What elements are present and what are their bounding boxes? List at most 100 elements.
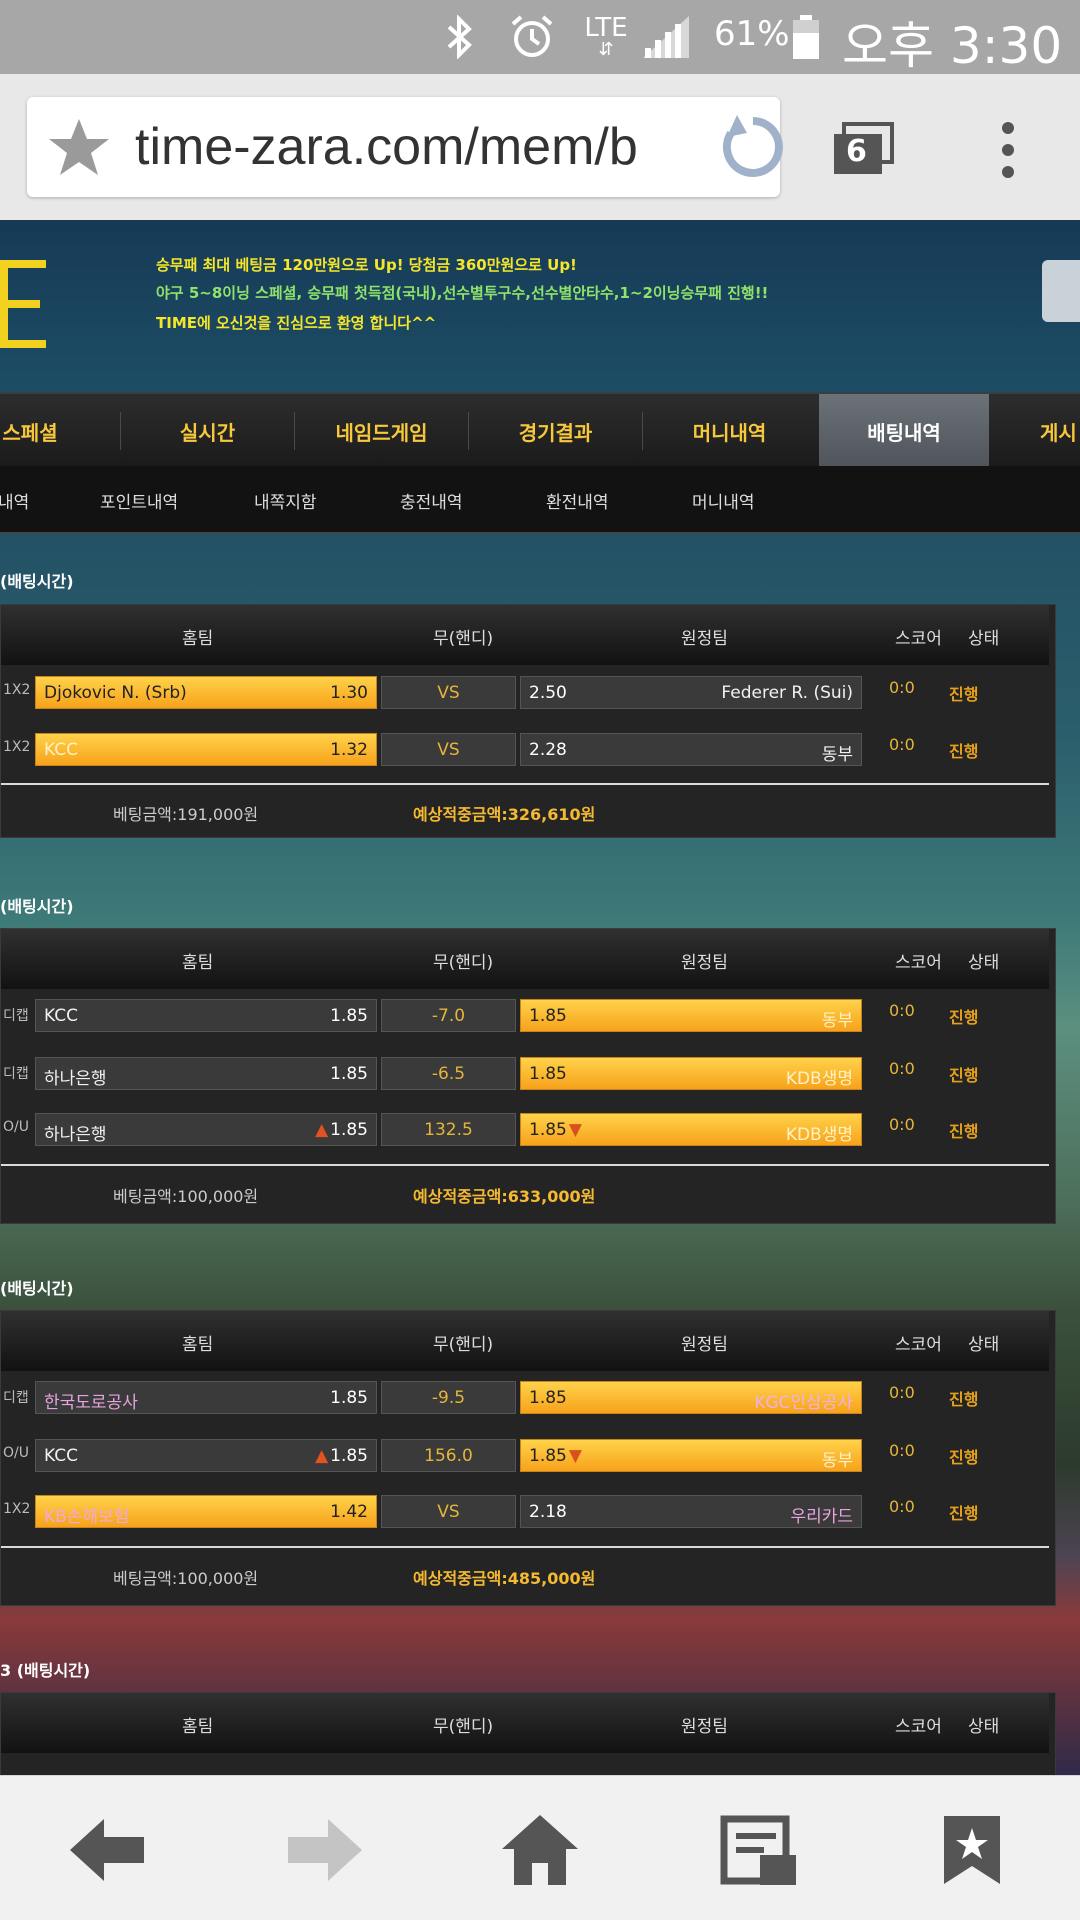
- header-home: 홈팀: [182, 953, 214, 973]
- draw-value: -7.0: [431, 1006, 466, 1026]
- subnav-money[interactable]: 머니내역: [692, 466, 755, 534]
- header-home: 홈팀: [182, 1717, 214, 1737]
- header-draw: 무(핸디): [433, 1335, 494, 1355]
- away-team-cell[interactable]: 1.85 동부: [520, 999, 862, 1032]
- home-team: KCC: [44, 740, 78, 760]
- home-team-cell[interactable]: 한국도로공사 1.85: [35, 1381, 377, 1414]
- battery-percent: 61%: [714, 14, 790, 54]
- header-away: 원정팀: [681, 629, 728, 649]
- away-team-cell[interactable]: 1.85 KDB생명: [520, 1057, 862, 1090]
- bet-type: 디캡: [3, 1390, 29, 1406]
- score: 0:0: [889, 1383, 915, 1402]
- nav-bet-history[interactable]: 배팅내역: [819, 394, 989, 468]
- tabs-button[interactable]: 6: [832, 122, 894, 178]
- nav-results[interactable]: 경기결과: [469, 394, 642, 468]
- draw-cell[interactable]: -6.5: [381, 1057, 516, 1090]
- home-odds: 1.32: [330, 740, 368, 760]
- tab-count: 6: [846, 134, 867, 169]
- home-team-cell[interactable]: KCC 1.85: [35, 999, 377, 1032]
- bet-time-title: 3 (배팅시간): [0, 1661, 91, 1680]
- header-status: 상태: [968, 629, 1000, 649]
- score: 0:0: [889, 1497, 915, 1516]
- draw-value: 132.5: [424, 1120, 473, 1140]
- away-team-cell[interactable]: 2.28 동부: [520, 733, 862, 766]
- home-team-cell[interactable]: KCC 1.32: [35, 733, 377, 766]
- away-team: KDB생명: [785, 1069, 853, 1089]
- header-score: 스코어: [895, 953, 942, 973]
- draw-value: VS: [437, 740, 460, 760]
- bookmark-star-icon[interactable]: [47, 115, 111, 179]
- nav-named-game[interactable]: 네임드게임: [295, 394, 468, 468]
- bet-amount: 베팅금액:100,000원: [113, 1569, 259, 1588]
- status-badge: 진행: [949, 1066, 979, 1085]
- arrow-up-icon: ▲: [315, 1446, 329, 1466]
- battery-icon: [790, 12, 822, 62]
- table-row: 디캡 KCC 1.85 -7.0 1.85 동부 0:0 진행: [1, 995, 1057, 1035]
- draw-cell[interactable]: VS: [381, 733, 516, 766]
- draw-cell[interactable]: VS: [381, 676, 516, 709]
- home-odds: 1.85: [330, 1064, 368, 1084]
- web-page: 승무패 최대 베팅금 120만원으로 Up! 당첨금 360만원으로 Up! 야…: [0, 220, 1080, 1775]
- subnav-messages[interactable]: 내쪽지함: [254, 466, 317, 534]
- menu-icon[interactable]: [996, 120, 1020, 180]
- nav-board[interactable]: 게시: [1040, 394, 1080, 468]
- away-team-cell[interactable]: 1.85 ▼ 동부: [520, 1439, 862, 1472]
- bookmarks-icon[interactable]: [932, 1812, 1012, 1888]
- bet-time-title: (배팅시간): [0, 572, 74, 591]
- home-icon[interactable]: [500, 1812, 580, 1888]
- home-team-cell[interactable]: Djokovic N. (Srb) 1.30: [35, 676, 377, 709]
- nav-money-history[interactable]: 머니내역: [643, 394, 816, 468]
- table-row: 디캡 한국도로공사 1.85 -9.5 1.85 KGC인삼공사 0:0 진행: [1, 1377, 1057, 1417]
- home-team: KCC: [44, 1006, 78, 1026]
- score: 0:0: [889, 1001, 915, 1020]
- home-team-cell[interactable]: 하나은행 1.85: [35, 1057, 377, 1090]
- site-logo-icon[interactable]: [0, 260, 48, 350]
- away-team: 동부: [821, 1011, 853, 1031]
- status-badge: 진행: [949, 742, 979, 761]
- table-row: O/U KCC ▲ 1.85 156.0 1.85 ▼ 동부 0:0 진행: [1, 1435, 1057, 1475]
- draw-cell[interactable]: -7.0: [381, 999, 516, 1032]
- draw-cell[interactable]: 132.5: [381, 1113, 516, 1146]
- draw-cell[interactable]: VS: [381, 1495, 516, 1528]
- table-row: 1X2 KB손해보험 1.42 VS 2.18 우리카드 0:0 진행: [1, 1491, 1057, 1531]
- away-team-cell[interactable]: 1.85 KGC인삼공사: [520, 1381, 862, 1414]
- header-status: 상태: [968, 1335, 1000, 1355]
- away-team: KGC인삼공사: [754, 1393, 853, 1413]
- home-team: 하나은행: [44, 1069, 107, 1089]
- draw-cell[interactable]: 156.0: [381, 1439, 516, 1472]
- back-arrow-icon[interactable]: [68, 1812, 148, 1888]
- bet-slip: 홈팀 무(핸디) 원정팀 스코어 상태 디캡 KCC 1.85 -7.0 1.8…: [0, 928, 1056, 1224]
- home-team-cell[interactable]: KCC ▲ 1.85: [35, 1439, 377, 1472]
- draw-cell[interactable]: -9.5: [381, 1381, 516, 1414]
- away-team-cell[interactable]: 1.85 ▼ KDB생명: [520, 1113, 862, 1146]
- header-away: 원정팀: [681, 953, 728, 973]
- forward-arrow-icon[interactable]: [284, 1812, 364, 1888]
- table-header: 홈팀 무(핸디) 원정팀 스코어 상태: [1, 1693, 1049, 1753]
- subnav-deposit[interactable]: 충전내역: [400, 466, 463, 534]
- reading-list-icon[interactable]: [718, 1812, 798, 1888]
- away-team: 동부: [821, 1451, 853, 1471]
- nav-special[interactable]: 스페셜: [0, 394, 70, 468]
- sub-nav: 내역 포인트내역 내쪽지함 충전내역 환전내역 머니내역: [0, 466, 1080, 534]
- subnav-points[interactable]: 포인트내역: [100, 466, 178, 534]
- side-button[interactable]: [1042, 260, 1080, 322]
- subnav-withdraw[interactable]: 환전내역: [546, 466, 609, 534]
- away-team-cell[interactable]: 2.50 Federer R. (Sui): [520, 676, 862, 709]
- away-team-cell[interactable]: 2.18 우리카드: [520, 1495, 862, 1528]
- bet-type: O/U: [3, 1119, 29, 1135]
- bet-slip: 홈팀 무(핸디) 원정팀 스코어 상태 디캡 한국도로공사 1.85 -9.5 …: [0, 1310, 1056, 1606]
- subnav-history[interactable]: 내역: [0, 466, 29, 534]
- browser-toolbar: time-zara.com/mem/b 6: [0, 74, 1080, 220]
- home-team-cell[interactable]: 하나은행 ▲ 1.85: [35, 1113, 377, 1146]
- away-team: 동부: [821, 745, 853, 765]
- url-text[interactable]: time-zara.com/mem/b: [135, 117, 700, 177]
- address-bar[interactable]: time-zara.com/mem/b: [27, 97, 783, 197]
- away-team: 우리카드: [790, 1507, 853, 1527]
- header-status: 상태: [968, 1717, 1000, 1737]
- reload-icon[interactable]: [717, 111, 789, 183]
- status-bar: LTE ⇵ 61% 오후 3:30: [0, 0, 1080, 75]
- home-odds: 1.85: [330, 1446, 368, 1466]
- nav-live[interactable]: 실시간: [121, 394, 294, 468]
- expected-win: 예상적중금액:485,000원: [413, 1569, 596, 1588]
- home-team-cell[interactable]: KB손해보험 1.42: [35, 1495, 377, 1528]
